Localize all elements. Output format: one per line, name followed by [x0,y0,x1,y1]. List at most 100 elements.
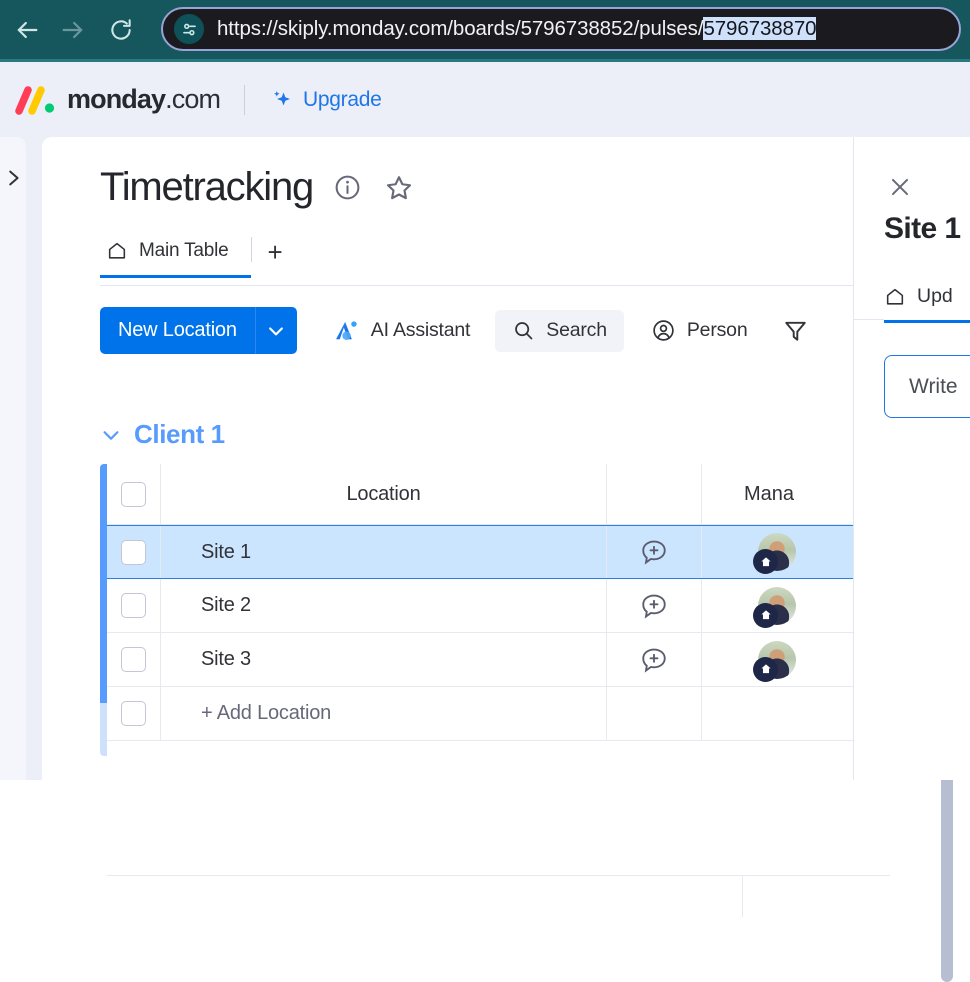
board-surface: Timetracking Main Table + New Location A… [42,137,970,982]
cell-location[interactable]: Site 2 [161,579,607,632]
sidebar-rail [0,137,26,780]
checkbox-unchecked-icon[interactable] [121,481,146,507]
row-checkbox-cell[interactable] [107,526,161,578]
url-text: https://skiply.monday.com/boards/5796738… [217,17,817,41]
monday-logo-icon [15,85,55,115]
group-color-bar [100,464,107,703]
page-body: Timetracking Main Table + New Location A… [0,137,970,982]
add-comment-icon [642,594,666,619]
url-prefix: https://skiply.monday.com/boards/5796738… [217,17,704,40]
add-location-cell[interactable]: + Add Location [161,687,607,740]
person-circle-icon [653,320,674,341]
add-comment-cell[interactable] [607,526,702,578]
new-location-group: New Location [100,307,297,354]
update-write-input[interactable]: Write [884,355,970,418]
cell-location[interactable]: Site 3 [161,633,607,686]
url-selected-text: 5796738870 [703,17,817,40]
header-spacer-cell [607,464,702,524]
filter-funnel-icon [785,321,807,341]
monday-wordmark: monday.com [67,84,221,115]
filter-button[interactable] [774,310,817,352]
table-row[interactable]: Site 3 [107,633,900,687]
brand-light: .com [165,84,221,114]
home-icon [108,242,126,259]
avatar[interactable] [753,640,796,682]
panel-tab-updates[interactable]: Upd [884,285,970,323]
ai-assistant-label: AI Assistant [370,319,471,341]
new-location-dropdown-button[interactable] [254,307,297,354]
add-comment-icon [642,540,666,565]
info-circle-icon[interactable] [333,173,362,202]
row-checkbox-cell[interactable] [107,633,161,686]
close-icon[interactable] [887,174,913,200]
board-toolbar: New Location AI Assistant Search Person [100,307,817,354]
search-icon [515,322,533,340]
board-table: Location Mana Site 1 Site 2 Site 3 + Add… [100,464,953,982]
add-comment-icon [642,648,666,673]
item-details-panel: Site 1 Upd Write [853,137,970,780]
brand-bold: monday [67,84,166,114]
ai-assistant-button[interactable]: AI Assistant [321,310,483,352]
new-location-button[interactable]: New Location [100,307,255,354]
select-all-cell[interactable] [107,464,161,524]
board-tabs: Main Table + [100,237,299,278]
avatar[interactable] [753,533,796,574]
home-icon [886,288,904,305]
checkbox-unchecked-icon[interactable] [121,593,146,618]
table-row[interactable]: Site 1 [107,525,900,579]
person-label: Person [686,319,748,341]
tab-main-table-label: Main Table [139,240,229,261]
add-location-label: + Add Location [201,702,332,724]
add-comment-cell[interactable] [607,633,702,686]
panel-tabs-rule [854,319,884,320]
browser-reload-button[interactable] [98,7,144,53]
panel-title: Site 1 [884,212,961,245]
sparkle-icon [274,90,291,105]
table-bottom-divider [107,875,890,876]
row-checkbox-cell[interactable] [107,579,161,632]
table-header-row: Location Mana [107,464,900,525]
add-comment-cell[interactable] [607,579,702,632]
monday-logo[interactable]: monday.com [15,84,221,115]
star-outline-icon[interactable] [384,173,414,203]
avatar[interactable] [753,586,796,628]
ai-assistant-icon [335,320,357,340]
home-icon [753,656,778,682]
column-header-location[interactable]: Location [161,464,607,524]
site-settings-icon[interactable] [174,14,204,44]
tabs-underline [100,285,890,286]
home-icon [753,549,778,574]
checkbox-unchecked-icon[interactable] [121,701,146,726]
checkbox-unchecked-icon[interactable] [121,647,146,672]
row-checkbox-cell[interactable] [107,687,161,740]
cell-location[interactable]: Site 1 [161,526,607,578]
table-row[interactable]: Site 2 [107,579,900,633]
browser-forward-button[interactable] [50,7,96,53]
tab-main-table[interactable]: Main Table [100,240,251,278]
person-filter-button[interactable]: Person [638,310,761,352]
page-title: Timetracking [100,165,314,209]
sidebar-expand-button[interactable] [0,153,26,203]
browser-toolbar: https://skiply.monday.com/boards/5796738… [0,0,970,59]
arrow-right-icon [62,21,83,38]
add-row-spacer [607,687,702,740]
search-button[interactable]: Search [495,309,624,352]
browser-back-button[interactable] [4,7,50,53]
board-title-row: Timetracking [100,165,414,210]
group-color-bar-faded [100,703,107,756]
upgrade-button[interactable]: Upgrade [270,87,382,112]
upgrade-label: Upgrade [303,87,382,111]
table-bottom-column-divider [742,876,743,917]
chevron-down-icon[interactable] [100,424,122,446]
group-title[interactable]: Client 1 [134,419,225,450]
reload-icon [111,18,131,40]
group-header[interactable]: Client 1 [100,419,225,450]
add-tab-button[interactable]: + [252,239,299,278]
url-bar[interactable]: https://skiply.monday.com/boards/5796738… [161,7,961,51]
header-divider [244,84,246,115]
chevron-down-icon [269,326,284,335]
add-location-row[interactable]: + Add Location [107,687,900,741]
app-header: monday.com Upgrade [0,62,970,137]
checkbox-unchecked-icon[interactable] [121,539,146,565]
chevron-right-icon [9,170,19,186]
